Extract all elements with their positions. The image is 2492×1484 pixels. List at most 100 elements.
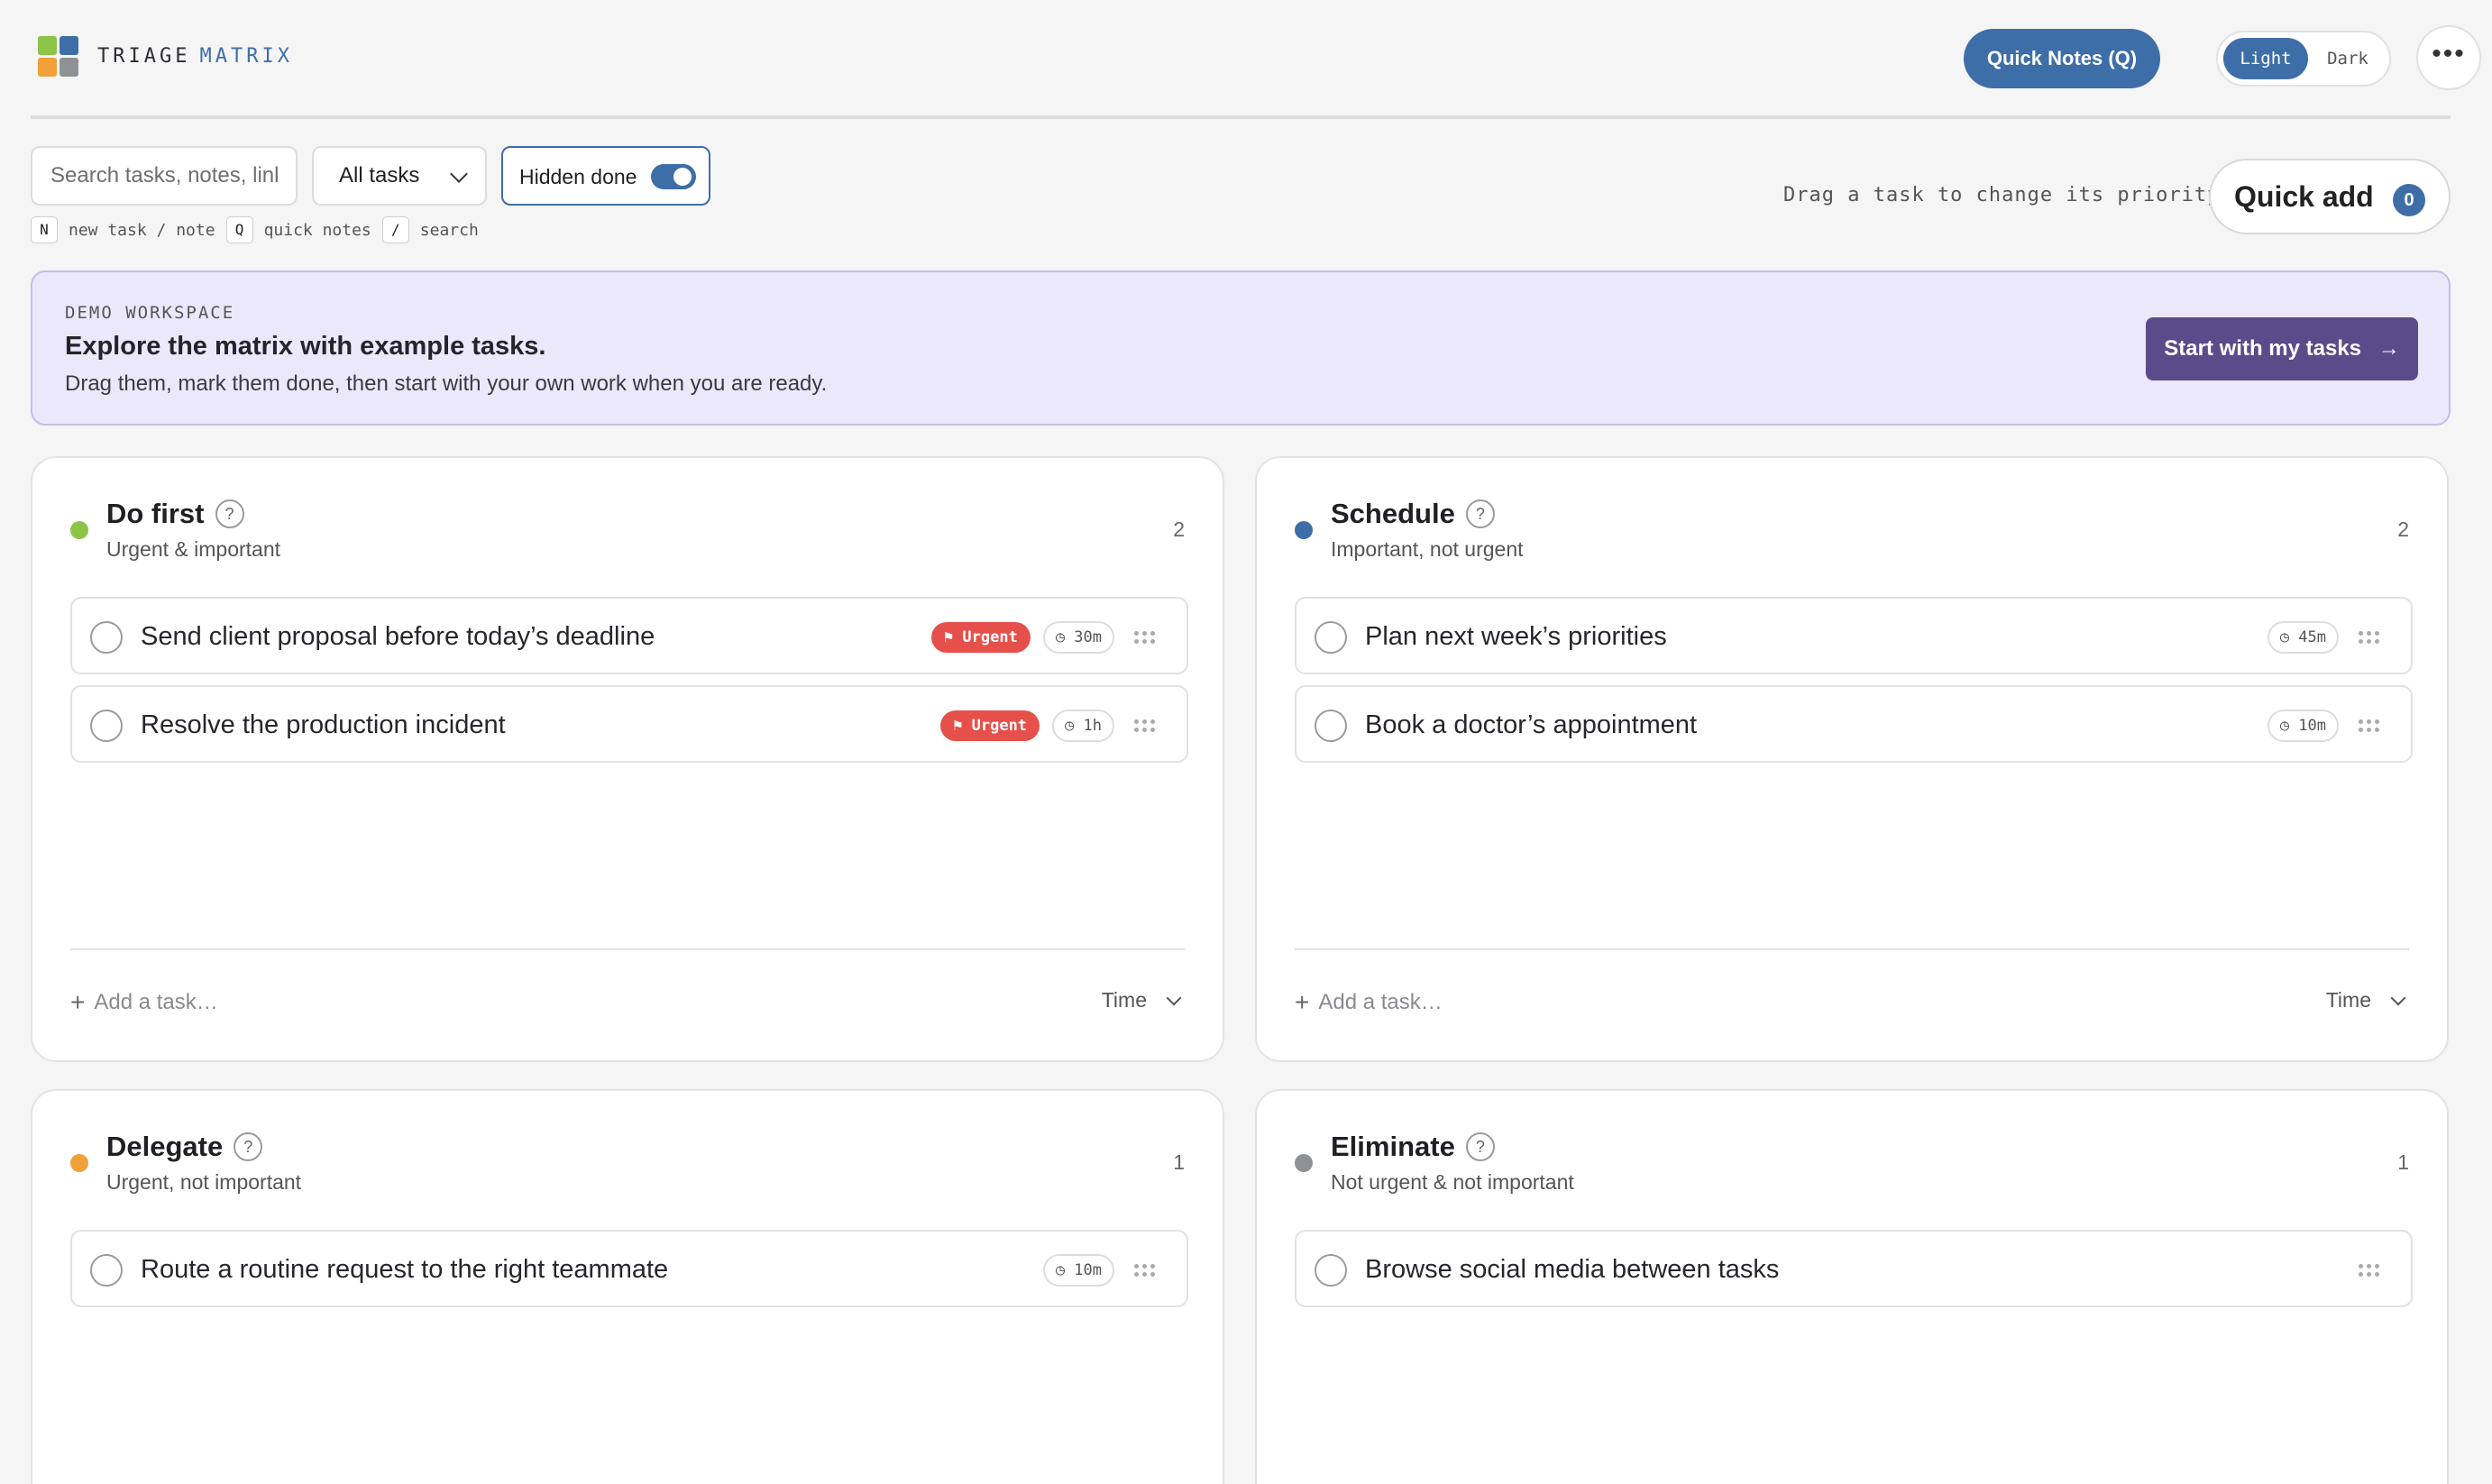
sort-select[interactable]: Time: [1102, 988, 1182, 1012]
task-count: 2: [1173, 518, 1185, 541]
quadrant-eliminate: Eliminate? Not urgent & not important 1 …: [1255, 1089, 2449, 1484]
quadrant-title-text: Delegate: [106, 1131, 224, 1162]
toggle-switch[interactable]: [651, 164, 696, 189]
task-count: 2: [2397, 518, 2409, 541]
task-card[interactable]: Send client proposal before today’s dead…: [70, 597, 1188, 674]
task-count: 1: [1173, 1150, 1185, 1174]
toggle-knob: [673, 168, 692, 186]
add-task-placeholder: Add a task…: [94, 990, 218, 1014]
divider: [70, 948, 1185, 950]
add-task-placeholder: Add a task…: [1318, 990, 1443, 1014]
more-dots-icon: •••: [2432, 39, 2466, 69]
help-icon[interactable]: ?: [215, 499, 244, 528]
matrix-logo-icon: [38, 36, 79, 78]
quadrant-do-first: Do first? Urgent & important 2 Send clie…: [31, 456, 1224, 1062]
task-title: Plan next week’s priorities: [1365, 622, 1667, 651]
task-title: Resolve the production incident: [141, 710, 506, 739]
quadrant-title-text: Eliminate: [1331, 1131, 1455, 1162]
help-icon[interactable]: ?: [1465, 499, 1495, 528]
divider: [1295, 948, 2409, 950]
time-estimate-badge: ◷ 10m: [1042, 1254, 1114, 1287]
shortcut-label-new: new task / note: [69, 220, 215, 240]
quick-add-label: Quick add: [2234, 179, 2374, 213]
task-checkbox[interactable]: [1315, 710, 1347, 742]
quick-add-button[interactable]: Quick add 0: [2209, 159, 2451, 234]
shortcut-key-search: /: [381, 216, 409, 243]
task-checkbox[interactable]: [90, 710, 123, 742]
drag-handle-icon[interactable]: [2359, 1261, 2384, 1279]
quick-notes-button[interactable]: Quick Notes (Q): [1964, 29, 2160, 88]
brand-name: TRIAGE MATRIX: [97, 45, 293, 68]
arrow-right-icon: →: [2377, 336, 2400, 361]
quadrant-subtitle: Not urgent & not important: [1331, 1170, 1574, 1194]
plus-icon: +: [70, 988, 86, 1016]
cta-label: Start with my tasks: [2164, 336, 2362, 361]
chevron-down-icon: [450, 165, 468, 183]
time-estimate-badge: ◷ 30m: [1042, 621, 1114, 654]
brand-part-2: MATRIX: [199, 45, 293, 68]
brand-part-1: TRIAGE: [97, 45, 191, 68]
help-icon[interactable]: ?: [234, 1132, 263, 1161]
task-checkbox[interactable]: [90, 621, 123, 654]
task-count: 1: [2397, 1150, 2409, 1174]
task-card[interactable]: Browse social media between tasks: [1295, 1230, 2413, 1307]
status-dot-icon: [70, 521, 88, 539]
shortcut-key-notes: Q: [225, 216, 253, 243]
task-checkbox[interactable]: [1315, 621, 1347, 654]
add-task-input[interactable]: + Add a task…: [70, 988, 218, 1017]
start-with-my-tasks-button[interactable]: Start with my tasks →: [2146, 317, 2418, 380]
shortcut-key-new: N: [31, 216, 58, 243]
quadrant-schedule: Schedule? Important, not urgent 2 Plan n…: [1255, 456, 2449, 1062]
demo-banner: DEMO WORKSPACE Explore the matrix with e…: [31, 270, 2451, 426]
task-title: Book a doctor’s appointment: [1365, 710, 1698, 739]
sort-label: Time: [2325, 988, 2371, 1012]
task-title: Browse social media between tasks: [1365, 1255, 1780, 1284]
app-header: TRIAGE MATRIX Quick Notes (Q) Light Dark …: [31, 0, 2481, 119]
chevron-down-icon: [1166, 990, 1182, 1006]
drag-handle-icon[interactable]: [1134, 628, 1159, 646]
banner-subtitle: Drag them, mark them done, then start wi…: [65, 371, 828, 396]
hidden-done-toggle[interactable]: Hidden done: [501, 146, 710, 206]
task-title: Send client proposal before today’s dead…: [141, 622, 655, 651]
urgent-badge: ⚑ Urgent: [930, 622, 1031, 653]
add-task-input[interactable]: + Add a task…: [1295, 988, 1443, 1017]
search-input[interactable]: [31, 146, 298, 206]
quadrant-delegate: Delegate? Urgent, not important 1 Route …: [31, 1089, 1224, 1484]
task-checkbox[interactable]: [1315, 1254, 1347, 1287]
time-estimate-badge: ◷ 45m: [2267, 621, 2339, 654]
urgent-badge: ⚑ Urgent: [940, 710, 1040, 741]
task-card[interactable]: Plan next week’s priorities ◷ 45m: [1295, 597, 2413, 674]
shortcut-label-notes: quick notes: [263, 220, 371, 240]
drag-handle-icon[interactable]: [2359, 628, 2384, 646]
drag-handle-icon[interactable]: [1134, 717, 1159, 735]
quadrant-subtitle: Important, not urgent: [1331, 537, 1524, 561]
app-page: TRIAGE MATRIX Quick Notes (Q) Light Dark …: [0, 0, 2492, 1484]
help-icon[interactable]: ?: [1465, 1132, 1495, 1161]
quadrant-title: Schedule?: [1331, 498, 1495, 530]
chevron-down-icon: [2390, 990, 2406, 1006]
task-card[interactable]: Resolve the production incident ⚑ Urgent…: [70, 685, 1188, 763]
task-filter-select[interactable]: All tasks: [312, 146, 487, 206]
task-card[interactable]: Book a doctor’s appointment ◷ 10m: [1295, 685, 2413, 763]
status-dot-icon: [1295, 1154, 1313, 1172]
theme-toggle: Light Dark: [2216, 31, 2391, 87]
task-card[interactable]: Route a routine request to the right tea…: [70, 1230, 1188, 1307]
quadrant-title: Eliminate?: [1331, 1131, 1495, 1163]
quadrant-title: Delegate?: [106, 1131, 263, 1163]
sort-select[interactable]: Time: [2325, 988, 2406, 1012]
drag-handle-icon[interactable]: [2359, 717, 2384, 735]
theme-dark-option[interactable]: Dark: [2312, 38, 2384, 79]
banner-tag: DEMO WORKSPACE: [65, 303, 235, 323]
drag-handle-icon[interactable]: [1134, 1261, 1159, 1279]
more-menu-button[interactable]: •••: [2416, 25, 2481, 90]
task-title: Route a routine request to the right tea…: [141, 1255, 669, 1284]
keyboard-shortcuts: Nnew task / note Qquick notes / search: [31, 216, 490, 245]
time-estimate-badge: ◷ 1h: [1052, 710, 1114, 742]
quadrant-title-text: Schedule: [1331, 498, 1455, 529]
theme-light-option[interactable]: Light: [2223, 38, 2308, 79]
hidden-done-label: Hidden done: [519, 165, 637, 188]
status-dot-icon: [70, 1154, 88, 1172]
drag-hint: Drag a task to change its priority: [1783, 184, 2221, 206]
task-checkbox[interactable]: [90, 1254, 123, 1287]
status-dot-icon: [1295, 521, 1313, 539]
